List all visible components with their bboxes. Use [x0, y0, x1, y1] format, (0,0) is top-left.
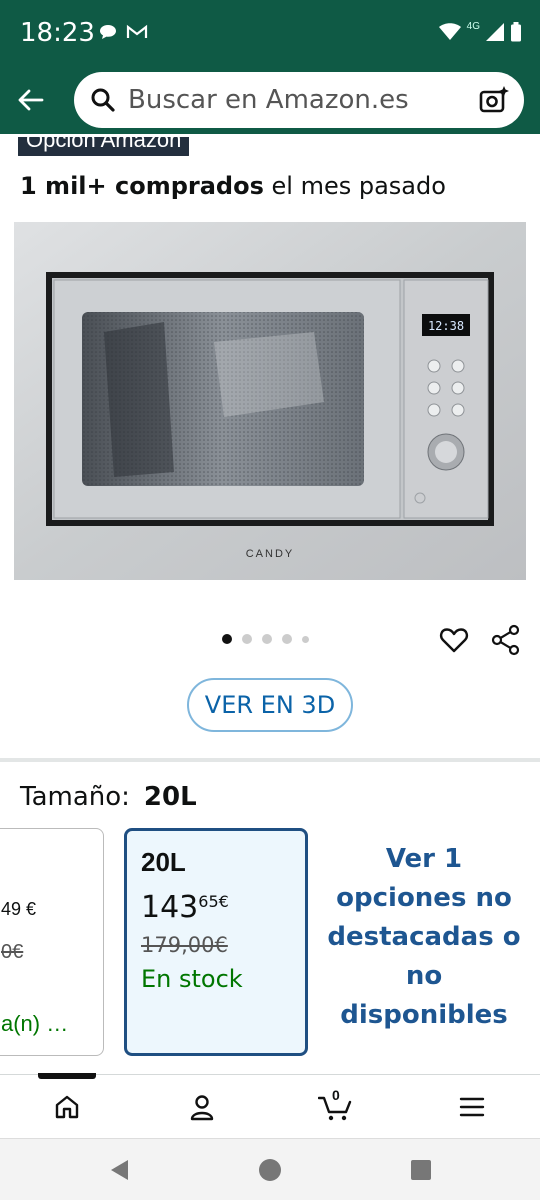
option-price: 49 € — [1, 899, 37, 919]
size-selector-label: Tamaño: 20L — [20, 782, 197, 812]
notification-icons — [98, 22, 148, 42]
home-icon — [55, 1095, 79, 1119]
amazon-choice-badge: Opción Amazon — [18, 134, 190, 156]
carousel-dot[interactable] — [222, 634, 232, 644]
option-price: 14365€ — [141, 890, 291, 925]
camera-search-button[interactable] — [478, 84, 510, 116]
purchase-count: 1 mil+ comprados el mes pasado — [20, 172, 446, 200]
status-time: 18:23 — [20, 18, 95, 48]
carousel-dot[interactable] — [262, 634, 272, 644]
microwave-illustration: 12:38 CANDY — [14, 222, 526, 580]
share-button[interactable] — [490, 624, 522, 656]
carousel-dot[interactable] — [242, 634, 252, 644]
menu-icon — [459, 1097, 485, 1117]
search-placeholder: Buscar en Amazon.es — [128, 85, 409, 115]
section-divider — [0, 758, 540, 762]
product-image[interactable]: 12:38 CANDY — [14, 222, 526, 580]
nav-account[interactable] — [182, 1089, 222, 1125]
cart-count: 0 — [332, 1087, 340, 1103]
size-option-card[interactable]: 49 € 0€ a(n) … — [0, 828, 104, 1056]
size-label-text: Tamaño: — [20, 782, 130, 812]
purchase-count-suffix: el mes pasado — [263, 172, 446, 200]
carousel-dot[interactable] — [302, 635, 309, 643]
more-options-link[interactable]: Ver 1 opciones no destacadas o no dispon… — [322, 840, 526, 1035]
nav-menu[interactable] — [452, 1089, 492, 1125]
nav-home[interactable] — [47, 1089, 87, 1125]
system-home-icon[interactable] — [258, 1158, 282, 1182]
battery-icon — [511, 22, 521, 42]
share-icon — [491, 624, 520, 656]
nav-active-indicator — [38, 1073, 96, 1079]
view-in-3d-button[interactable]: VER EN 3D — [187, 678, 353, 732]
back-arrow-icon — [18, 89, 44, 111]
option-stock: En stock — [141, 965, 243, 993]
system-recents-icon[interactable] — [410, 1159, 432, 1181]
microwave-brand: CANDY — [246, 548, 295, 560]
wishlist-button[interactable] — [438, 624, 470, 656]
microwave-display: 12:38 — [428, 319, 464, 333]
purchase-count-value: 1 mil+ comprados — [20, 172, 264, 200]
camera-search-icon — [479, 86, 509, 113]
back-button[interactable] — [12, 82, 48, 118]
signal-icon — [486, 23, 504, 41]
nav-cart[interactable]: 0 — [316, 1087, 356, 1125]
size-selected-value: 20L — [143, 782, 197, 812]
option-size: 20L — [141, 847, 186, 877]
carousel-dot[interactable] — [282, 634, 292, 644]
status-bar: 18:23 4G — [0, 0, 540, 68]
option-stock: a(n) … — [1, 1011, 69, 1036]
gmail-icon — [126, 24, 148, 38]
network-type: 4G — [466, 20, 480, 32]
size-option-card-selected[interactable]: 20L 14365€ 179,00€ En stock — [124, 828, 308, 1056]
option-price-whole: 143 — [141, 890, 199, 925]
option-currency: € — [218, 892, 229, 911]
chat-bubble-icon — [100, 25, 116, 39]
status-indicators: 4G — [438, 20, 522, 42]
search-icon — [91, 88, 115, 112]
heart-icon — [439, 628, 469, 653]
app-header: Buscar en Amazon.es — [0, 68, 540, 134]
carousel-dots — [222, 634, 309, 644]
option-old-price: 179,00€ — [141, 933, 228, 957]
user-icon — [190, 1095, 214, 1121]
wifi-icon — [438, 23, 461, 40]
option-price-fraction: 65 — [198, 892, 219, 911]
search-input[interactable]: Buscar en Amazon.es — [74, 72, 524, 128]
system-nav-bar — [0, 1138, 540, 1200]
system-back-icon[interactable] — [108, 1158, 132, 1182]
option-old-price: 0€ — [1, 941, 24, 963]
amazon-choice-badge-row: Opción Amazon — [18, 134, 190, 156]
bottom-nav: 0 — [0, 1073, 540, 1138]
